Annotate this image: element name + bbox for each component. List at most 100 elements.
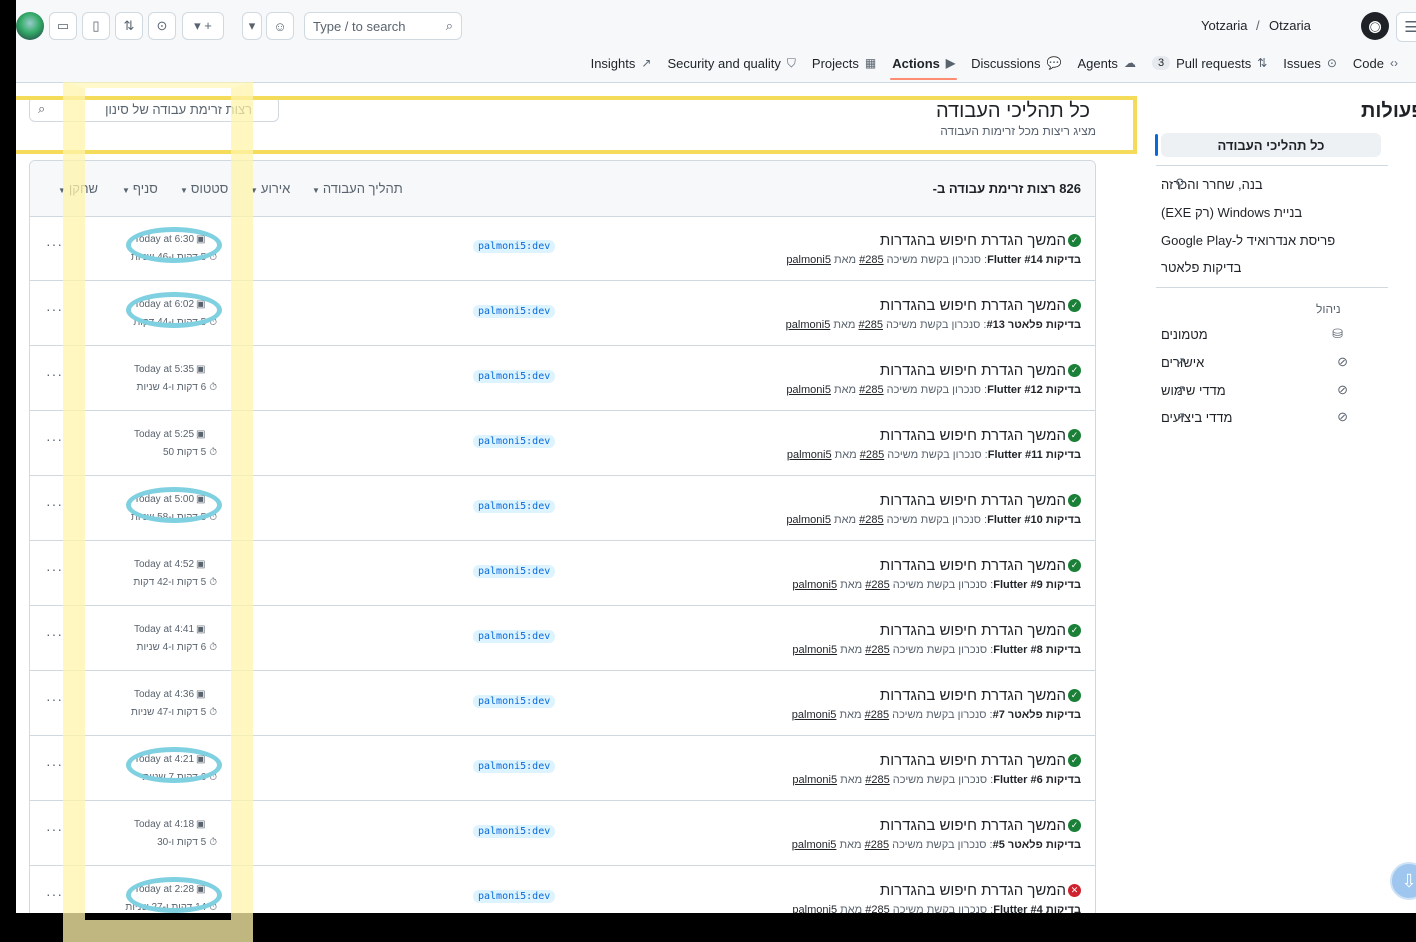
branch-badge[interactable]: palmoni5:dev	[473, 890, 556, 903]
filter-status-dropdown[interactable]: ▼ סטטוס	[180, 181, 228, 196]
more-options-icon[interactable]: ···	[46, 496, 63, 512]
filter-branch-dropdown[interactable]: ▼ סניף	[122, 181, 158, 196]
more-options-icon[interactable]: ···	[46, 236, 63, 252]
run-title-link[interactable]: ✓ המשך הגדרת חיפוש בהגדרות	[880, 232, 1081, 249]
more-options-icon[interactable]: ···	[46, 301, 63, 317]
sidebar-item-performance-metrics[interactable]: ↗ מדדי ביצועים ⊘	[1161, 405, 1381, 429]
run-title-link[interactable]: ✓ המשך הגדרת חיפוש בהגדרות	[880, 557, 1081, 574]
sidebar-item-attestations[interactable]: ↗ אישורים ⊘	[1161, 350, 1381, 374]
tab-agents[interactable]: Agents ☁	[1069, 48, 1143, 78]
sidebar-item-workflow[interactable]: פריסת אנדרואיד ל-Google Play	[1161, 228, 1381, 252]
tab-actions[interactable]: Actions ▶	[884, 48, 963, 80]
github-logo-icon[interactable]: ◉	[1361, 12, 1389, 40]
table-row[interactable]: ✓ המשך הגדרת חיפוש בהגדרות בדיקות Flutter …	[30, 541, 1095, 606]
filter-event-dropdown[interactable]: ▼ אירוע	[250, 181, 290, 196]
run-title-link[interactable]: ✕ המשך הגדרת חיפוש בהגדרות	[880, 882, 1081, 899]
branch-badge[interactable]: palmoni5:dev	[473, 630, 556, 643]
breadcrumb-owner[interactable]: Yotzaria	[1201, 18, 1248, 33]
copilot-icon[interactable]: ☺	[266, 12, 294, 40]
inbox-icon[interactable]: ▭	[49, 12, 77, 40]
table-row[interactable]: ✓ המשך הגדרת חיפוש בהגדרות בדיקות פלאטר #7…	[30, 671, 1095, 736]
author-link[interactable]: palmoni5	[786, 384, 831, 396]
more-options-icon[interactable]: ···	[46, 691, 63, 707]
pin-icon[interactable]: ⚲	[1175, 176, 1185, 192]
more-options-icon[interactable]: ···	[46, 886, 63, 902]
repo-icon[interactable]: ▯	[82, 12, 110, 40]
run-title-link[interactable]: ✓ המשך הגדרת חיפוש בהגדרות	[880, 622, 1081, 639]
branch-badge[interactable]: palmoni5:dev	[473, 305, 556, 318]
tab-discussions[interactable]: Discussions 💬	[963, 48, 1069, 78]
more-options-icon[interactable]: ···	[46, 366, 63, 382]
more-options-icon[interactable]: ···	[46, 626, 63, 642]
author-link[interactable]: palmoni5	[786, 254, 831, 266]
author-link[interactable]: palmoni5	[792, 839, 837, 851]
branch-badge[interactable]: palmoni5:dev	[473, 565, 556, 578]
table-row[interactable]: ✓ המשך הגדרת חיפוש בהגדרות בדיקות Flutter …	[30, 606, 1095, 671]
filter-workflow-dropdown[interactable]: ▼ תהליך העבודה	[312, 181, 403, 196]
pr-link[interactable]: #285	[859, 514, 883, 526]
pr-link[interactable]: #285	[865, 839, 889, 851]
author-link[interactable]: palmoni5	[792, 709, 837, 721]
author-link[interactable]: palmoni5	[792, 904, 837, 913]
sidebar-item-all-workflows[interactable]: כל תהליכי העבודה	[1161, 133, 1381, 157]
author-link[interactable]: palmoni5	[786, 514, 831, 526]
author-link[interactable]: palmoni5	[792, 774, 837, 786]
tab-projects[interactable]: Projects ▦	[804, 48, 884, 78]
pr-link[interactable]: #285	[860, 449, 884, 461]
pr-link[interactable]: #285	[865, 644, 889, 656]
table-row[interactable]: ✓ המשך הגדרת חיפוש בהגדרות בדיקות Flutter …	[30, 411, 1095, 476]
pr-link[interactable]: #285	[865, 904, 889, 913]
more-options-icon[interactable]: ···	[46, 431, 63, 447]
create-new-button[interactable]: ▾ +	[182, 12, 224, 40]
pull-request-icon[interactable]: ⇅	[115, 12, 143, 40]
more-options-icon[interactable]: ···	[46, 756, 63, 772]
branch-badge[interactable]: palmoni5:dev	[473, 370, 556, 383]
branch-badge[interactable]: palmoni5:dev	[473, 240, 556, 253]
more-options-icon[interactable]: ···	[46, 821, 63, 837]
run-title-link[interactable]: ✓ המשך הגדרת חיפוש בהגדרות	[880, 752, 1081, 769]
tab-pull-requests[interactable]: 3 Pull requests ⇅	[1144, 48, 1275, 78]
filter-actor-dropdown[interactable]: ▼ שחקן	[58, 181, 98, 196]
author-link[interactable]: palmoni5	[787, 449, 832, 461]
sidebar-item-usage-metrics[interactable]: ↗ מדדי שימוש ⊘	[1161, 378, 1381, 402]
pr-link[interactable]: #285	[859, 319, 883, 331]
pr-link[interactable]: #285	[865, 579, 889, 591]
scroll-down-icon[interactable]: ⇩	[1390, 862, 1416, 900]
run-title-link[interactable]: ✓ המשך הגדרת חיפוש בהגדרות	[880, 817, 1081, 834]
pr-link[interactable]: #285	[859, 254, 883, 266]
author-link[interactable]: palmoni5	[786, 319, 831, 331]
branch-badge[interactable]: palmoni5:dev	[473, 825, 556, 838]
run-title-link[interactable]: ✓ המשך הגדרת חיפוש בהגדרות	[880, 362, 1081, 379]
table-row[interactable]: ✓ המשך הגדרת חיפוש בהגדרות בדיקות פלאטר #5…	[30, 801, 1095, 866]
pr-link[interactable]: #285	[859, 384, 883, 396]
branch-badge[interactable]: palmoni5:dev	[473, 500, 556, 513]
sidebar-item-workflow[interactable]: ⚲ בנה, שחרר והכרזה	[1161, 172, 1381, 196]
sidebar-title: פעולות	[1361, 100, 1416, 122]
author-link[interactable]: palmoni5	[792, 579, 837, 591]
copilot-menu-chevron-icon[interactable]: ▾	[242, 12, 262, 40]
breadcrumb-repo[interactable]: Otzaria	[1269, 18, 1311, 33]
menu-icon[interactable]: ☰	[1396, 12, 1416, 42]
user-avatar[interactable]	[16, 12, 44, 40]
sidebar-item-caches[interactable]: מטמונים ⛁	[1161, 322, 1381, 346]
sidebar-item-workflow[interactable]: בניית Windows (רק EXE)	[1161, 200, 1381, 224]
branch-badge[interactable]: palmoni5:dev	[473, 435, 556, 448]
more-options-icon[interactable]: ···	[46, 561, 63, 577]
tab-code[interactable]: Code ‹›	[1345, 48, 1406, 78]
table-row[interactable]: ✓ המשך הגדרת חיפוש בהגדרות בדיקות Flutter …	[30, 346, 1095, 411]
run-title-link[interactable]: ✓ המשך הגדרת חיפוש בהגדרות	[880, 687, 1081, 704]
tab-insights[interactable]: Insights ↗	[583, 48, 660, 78]
run-title-link[interactable]: ✓ המשך הגדרת חיפוש בהגדרות	[880, 492, 1081, 509]
tab-issues[interactable]: Issues ⊙	[1275, 48, 1345, 78]
author-link[interactable]: palmoni5	[792, 644, 837, 656]
branch-badge[interactable]: palmoni5:dev	[473, 760, 556, 773]
tab-security-and-quality[interactable]: Security and quality ⛉	[659, 48, 803, 78]
run-title-link[interactable]: ✓ המשך הגדרת חיפוש בהגדרות	[880, 297, 1081, 314]
sidebar-item-workflow[interactable]: בדיקות פלאטר	[1161, 255, 1381, 279]
issues-icon[interactable]: ⊙	[148, 12, 176, 40]
global-search-input[interactable]: Type / to search ⌕	[304, 12, 462, 40]
pr-link[interactable]: #285	[865, 709, 889, 721]
pr-link[interactable]: #285	[865, 774, 889, 786]
run-title-link[interactable]: ✓ המשך הגדרת חיפוש בהגדרות	[880, 427, 1081, 444]
branch-badge[interactable]: palmoni5:dev	[473, 695, 556, 708]
